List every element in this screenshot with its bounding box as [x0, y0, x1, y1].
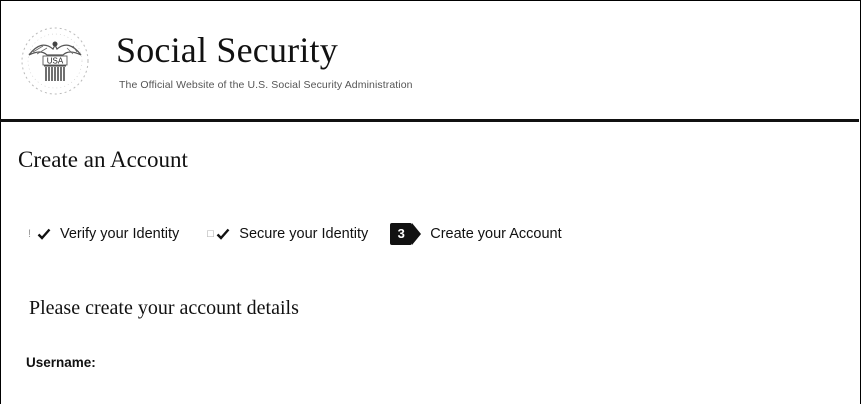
step-number-faint: ! — [28, 228, 32, 240]
step-label: Create your Account — [430, 226, 562, 242]
seal-text: USA — [47, 57, 64, 66]
step-number-faint: □ — [207, 228, 214, 240]
step-create-account: 3 Create your Account — [390, 223, 562, 245]
ssa-seal-logo: USA — [21, 27, 89, 95]
checkmark-icon — [37, 228, 51, 240]
step-label: Secure your Identity — [239, 226, 369, 242]
site-title[interactable]: Social Security — [116, 30, 338, 70]
page-title: Create an Account — [18, 147, 188, 172]
step-secure-identity: □ Secure your Identity — [207, 226, 368, 242]
site-subtitle: The Official Website of the U.S. Social … — [119, 79, 413, 91]
step-number-badge: 3 — [390, 223, 422, 245]
step-verify-identity: ! Verify your Identity — [28, 226, 179, 242]
checkmark-icon — [216, 228, 230, 240]
site-header: USA Social Security The Official Website… — [0, 0, 859, 122]
step-label: Verify your Identity — [60, 226, 180, 242]
progress-steps: ! Verify your Identity □ Secure your Ide… — [28, 222, 562, 246]
username-label: Username: — [26, 355, 96, 370]
form-section-title: Please create your account details — [29, 297, 299, 319]
